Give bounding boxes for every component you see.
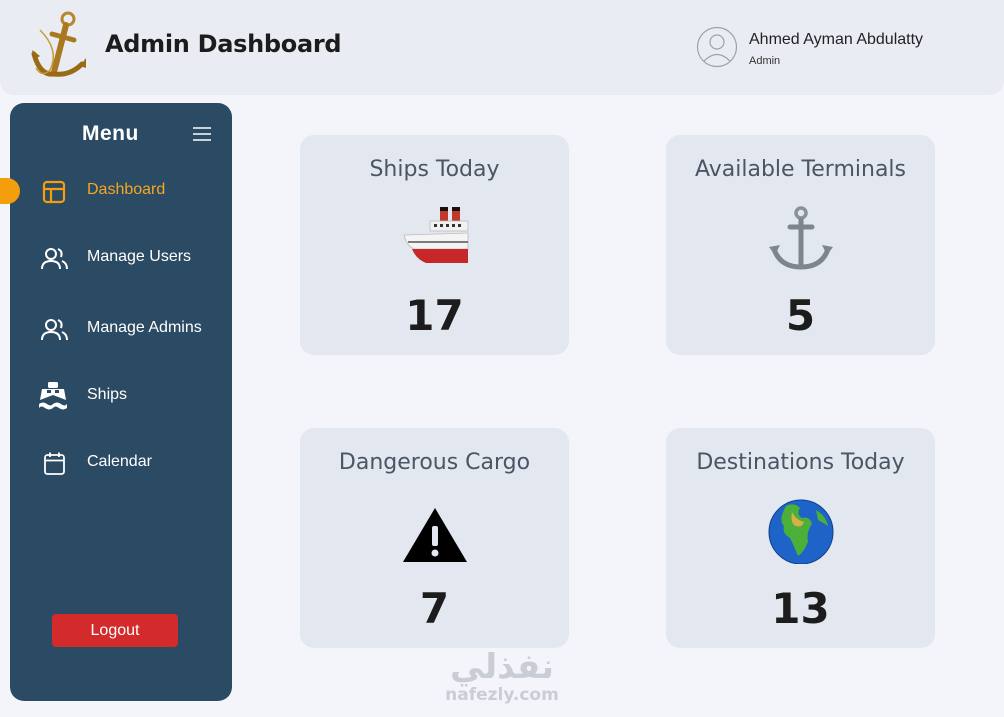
sidebar-item-calendar[interactable]: Calendar [10,443,232,483]
sidebar-item-manage-users[interactable]: Manage Users [10,238,232,278]
card-value: 13 [771,584,830,633]
ship-icon [39,382,67,410]
user-role: Admin [749,55,781,67]
ship-emoji-icon [403,207,468,263]
sidebar-item-dashboard[interactable]: Dashboard [10,171,232,211]
sidebar: Menu Dashboard Manage Users Manage Admin… [0,103,232,701]
anchor-emoji-icon [768,206,833,270]
sidebar-item-label: Ships [87,386,128,403]
sidebar-item-ships[interactable]: Ships [10,376,232,416]
users-icon [41,319,68,341]
stat-card-ships-today: Ships Today 17 [300,135,569,355]
sidebar-item-label: Manage Admins [87,319,202,336]
top-header: Admin Dashboard Ahmed Ayman Abdulatty Ad… [0,0,1004,95]
watermark-arabic: نفذلي [449,647,555,687]
card-title: Destinations Today [696,450,905,475]
sidebar-item-label: Dashboard [87,181,166,198]
stat-card-available-terminals: Available Terminals 5 [666,135,935,355]
card-value: 5 [785,291,816,340]
menu-title: Menu [82,122,139,145]
calendar-icon [44,452,65,475]
layout-icon [42,180,66,204]
stat-card-dangerous-cargo: Dangerous Cargo 7 [300,428,569,648]
sidebar-item-label: Manage Users [87,248,192,265]
card-title: Available Terminals [694,157,906,182]
users-icon [41,248,68,270]
globe-icon [768,499,833,564]
card-value: 17 [405,291,464,340]
watermark-latin: nafezly.com [445,685,559,705]
sidebar-item-manage-admins[interactable]: Manage Admins [10,309,232,349]
anchor-logo-icon [31,11,86,77]
watermark: نفذلي nafezly.com [442,650,562,714]
sidebar-item-label: Calendar [87,453,152,470]
user-name: Ahmed Ayman Abdulatty [749,31,924,48]
user-avatar-icon[interactable] [696,24,738,70]
logout-button[interactable]: Logout [52,614,178,647]
app-title: Admin Dashboard [105,30,342,58]
card-title: Dangerous Cargo [338,450,531,475]
card-value: 7 [419,584,450,633]
warning-icon [402,508,467,562]
hamburger-icon[interactable] [193,127,211,141]
card-title: Ships Today [369,157,500,182]
stat-card-destinations-today: Destinations Today 13 [666,428,935,648]
